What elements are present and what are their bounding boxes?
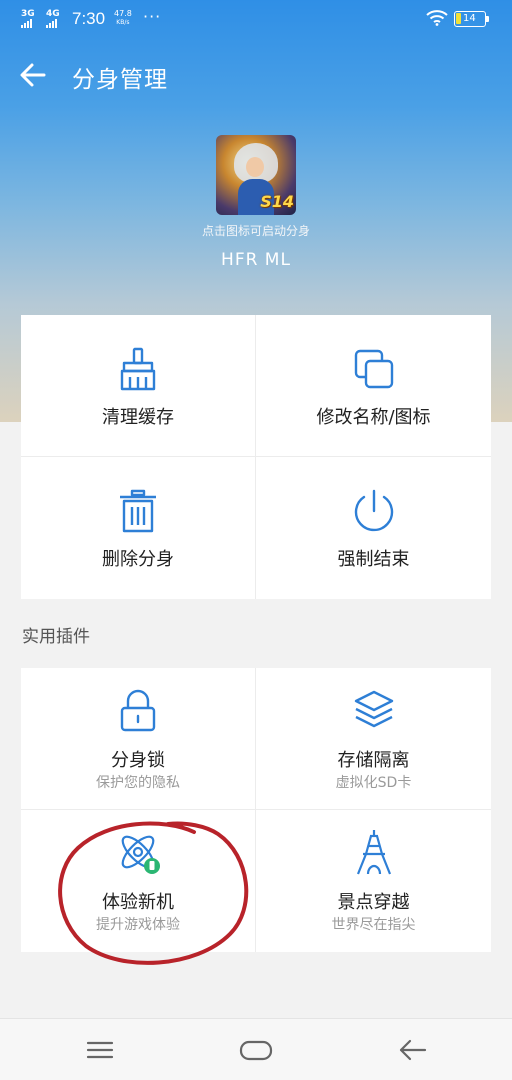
power-icon xyxy=(354,489,393,532)
force-stop-button[interactable]: 强制结束 xyxy=(256,457,491,599)
scenic-travel-button[interactable]: 景点穿越 世界尽在指尖 xyxy=(256,810,491,952)
delete-clone-button[interactable]: 删除分身 xyxy=(21,457,256,599)
eiffel-tower-icon xyxy=(356,830,391,875)
app-icon-art-face xyxy=(246,157,264,177)
clone-lock-subtitle: 保护您的隐私 xyxy=(96,775,180,791)
menu-icon[interactable] xyxy=(82,1035,118,1065)
clone-app-name: HFR ML xyxy=(221,250,291,270)
clock: 7:30 xyxy=(72,9,106,28)
layers-icon xyxy=(354,690,393,728)
clear-cache-label: 清理缓存 xyxy=(102,407,174,428)
battery-level: 14 xyxy=(463,13,476,24)
network-speed-value: 47.8 xyxy=(114,9,132,18)
lock-icon xyxy=(120,689,156,732)
storage-isolation-button[interactable]: 存储隔离 虚拟化SD卡 xyxy=(256,668,491,810)
rename-icon-button[interactable]: 修改名称/图标 xyxy=(256,315,491,457)
signal-bars-icon xyxy=(21,19,32,28)
broom-icon xyxy=(120,347,156,391)
battery-icon: 14 xyxy=(454,11,489,27)
app-icon[interactable]: S14 xyxy=(216,135,296,215)
scenic-travel-subtitle: 世界尽在指尖 xyxy=(331,917,416,933)
app-bar: 分身管理 xyxy=(0,52,512,96)
storage-isolation-subtitle: 虚拟化SD卡 xyxy=(335,775,412,791)
plugins-section-title: 实用插件 xyxy=(22,627,90,647)
wifi-icon xyxy=(426,10,448,26)
system-nav-bar xyxy=(0,1018,512,1080)
force-stop-label: 强制结束 xyxy=(337,549,410,570)
back-arrow-icon[interactable] xyxy=(16,58,50,92)
trash-icon xyxy=(120,489,156,533)
app-icon-badge: S14 xyxy=(260,192,294,211)
signal-3g-label: 3G xyxy=(21,9,35,19)
clone-lock-label: 分身锁 xyxy=(111,750,165,771)
actions-card: 清理缓存 修改名称/图标 删除分身 强制结束 xyxy=(21,315,491,599)
network-speed: 47.8 KB/s xyxy=(114,9,132,27)
status-bar: 3G 4G 7:30 47.8 KB/s ··· 14 xyxy=(0,0,512,40)
storage-isolation-label: 存储隔离 xyxy=(337,750,410,771)
network-speed-unit: KB/s xyxy=(116,19,130,26)
signal-bars-icon xyxy=(46,19,57,28)
icon-hint: 点击图标可启动分身 xyxy=(201,224,310,238)
delete-clone-label: 删除分身 xyxy=(102,549,174,570)
annotation-circle xyxy=(58,821,249,965)
clear-cache-button[interactable]: 清理缓存 xyxy=(21,315,256,457)
signal-4g-label: 4G xyxy=(46,9,60,19)
scenic-travel-label: 景点穿越 xyxy=(337,892,410,913)
page-title: 分身管理 xyxy=(72,67,168,93)
rename-icon-label: 修改名称/图标 xyxy=(316,407,431,428)
home-icon[interactable] xyxy=(238,1035,274,1065)
nav-back-icon[interactable] xyxy=(395,1035,431,1065)
clone-lock-button[interactable]: 分身锁 保护您的隐私 xyxy=(21,668,256,810)
more-notifications-icon: ··· xyxy=(143,7,162,26)
copy-icon xyxy=(354,349,393,389)
